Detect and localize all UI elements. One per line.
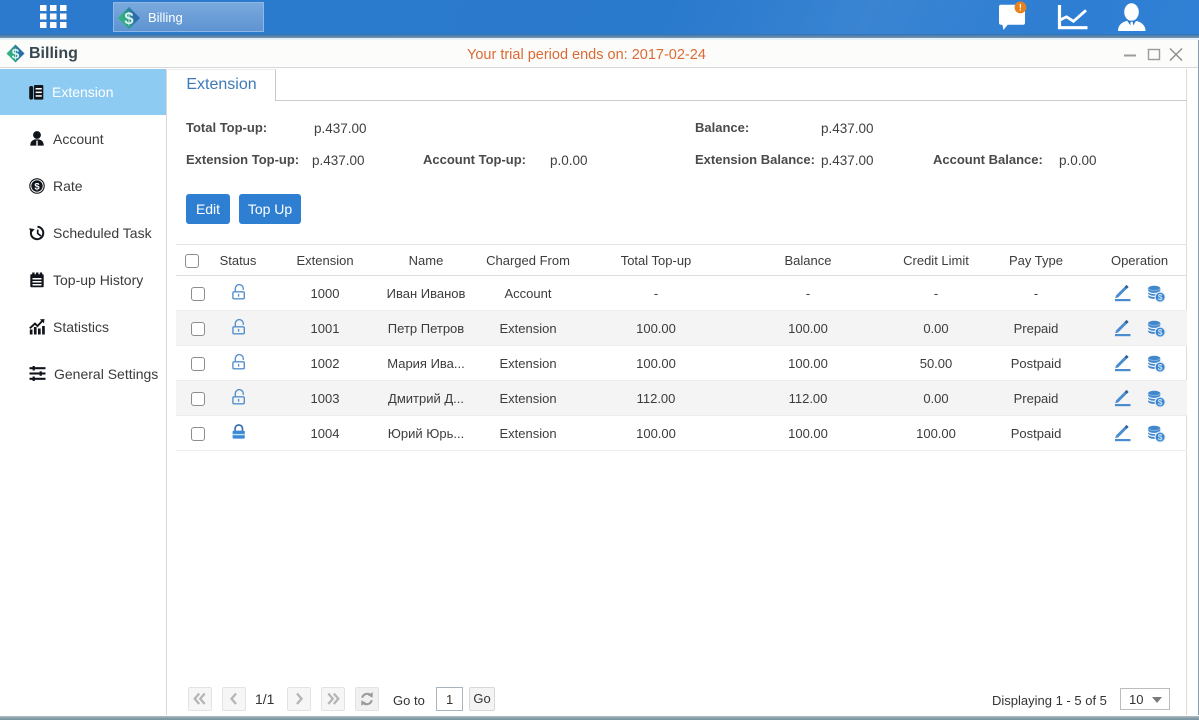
svg-text:$: $ [1157, 432, 1162, 442]
svg-text:$: $ [34, 181, 40, 192]
svg-text:$: $ [1157, 397, 1162, 407]
svg-text:$: $ [12, 46, 20, 61]
svg-text:$: $ [1157, 292, 1162, 302]
svg-text:!: ! [1019, 3, 1022, 13]
svg-text:$: $ [1157, 327, 1162, 337]
svg-text:$: $ [1157, 362, 1162, 372]
